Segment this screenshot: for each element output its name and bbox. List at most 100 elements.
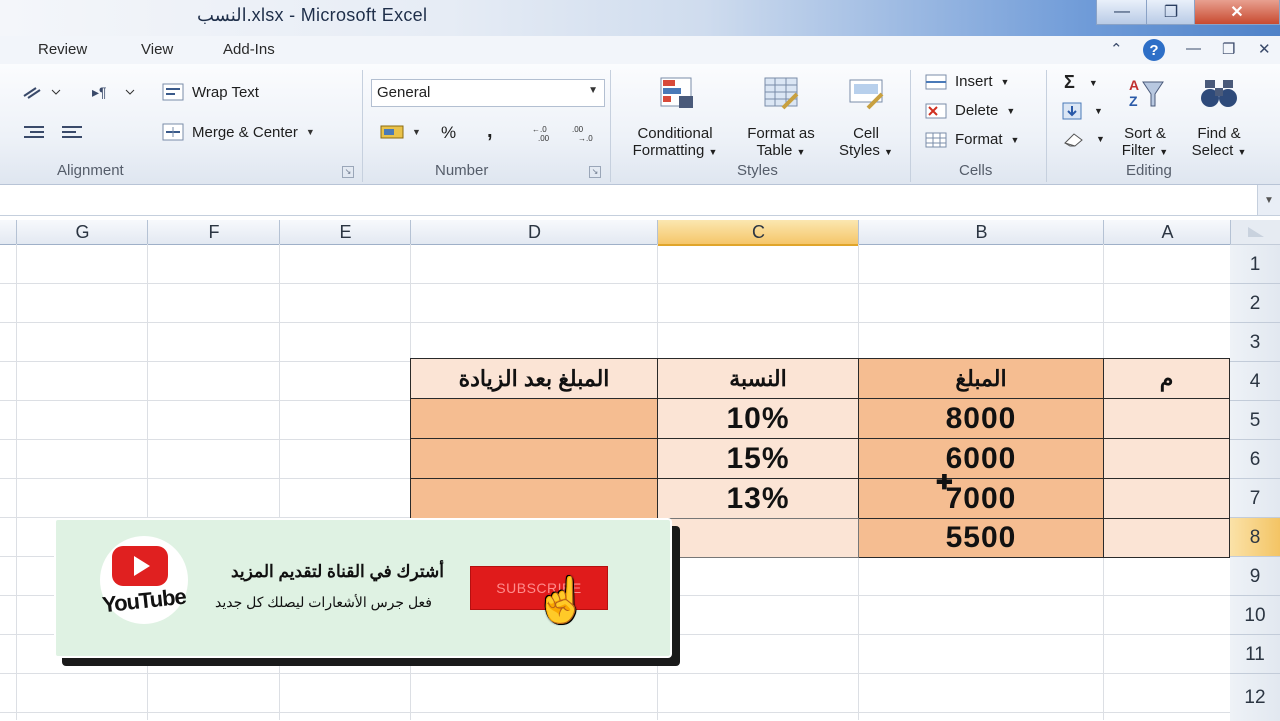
minimize-icon: — <box>1114 3 1130 20</box>
close-button[interactable]: ✕ <box>1194 0 1280 25</box>
workbook-close-icon[interactable]: ✕ <box>1258 40 1271 58</box>
column-header-g[interactable]: G <box>16 220 148 244</box>
text-direction-button[interactable]: ▸¶ <box>92 84 138 105</box>
wrap-text-button[interactable]: Wrap Text <box>162 83 259 101</box>
column-header-e[interactable]: E <box>279 220 411 244</box>
find-select-label-2: Select ▼ <box>1191 142 1247 159</box>
find-select-button[interactable]: Find & Select ▼ <box>1186 74 1252 159</box>
row-header-1[interactable]: 1 <box>1230 244 1280 284</box>
column-header-b[interactable]: B <box>858 220 1104 244</box>
conditional-formatting-button[interactable]: Conditional Formatting ▼ <box>620 74 730 159</box>
row-header-9[interactable]: 9 <box>1230 556 1280 596</box>
row-header-3[interactable]: 3 <box>1230 322 1280 362</box>
format-as-table-button[interactable]: Format as Table ▼ <box>735 74 827 159</box>
cell-c5[interactable]: 10% <box>657 398 859 439</box>
ratio-value: 13% <box>726 481 790 515</box>
row-header-6[interactable]: 6 <box>1230 439 1280 479</box>
svg-text:.00: .00 <box>572 125 584 134</box>
sort-filter-button[interactable]: AZ Sort & Filter ▼ <box>1114 74 1176 159</box>
cell-a7[interactable] <box>1103 478 1230 519</box>
increase-indent-button[interactable] <box>60 124 86 145</box>
restore-button[interactable]: ❐ <box>1146 0 1196 25</box>
cell-b5[interactable]: 8000 <box>858 398 1104 439</box>
column-header-c[interactable]: C <box>657 220 859 246</box>
comma-style-button[interactable]: , <box>487 120 493 143</box>
ratio-value: 15% <box>726 441 790 475</box>
tab-add-ins[interactable]: Add-Ins <box>223 41 275 58</box>
merge-center-button[interactable]: Merge & Center ▼ <box>162 123 315 141</box>
amount-value: 5500 <box>945 521 1017 554</box>
row-header-5[interactable]: 5 <box>1230 400 1280 440</box>
format-label: Format <box>955 131 1003 148</box>
column-header-d[interactable]: D <box>410 220 658 244</box>
delete-cells-button[interactable]: Delete ▼ <box>925 102 1015 119</box>
decrease-decimal-icon: .00→.0 <box>572 125 593 143</box>
group-divider <box>910 70 911 182</box>
pointing-hand-icon: ☝ <box>534 576 589 625</box>
styles-group-label: Styles <box>737 162 778 179</box>
chevron-down-icon: ▼ <box>1094 106 1103 116</box>
expand-formula-bar-icon[interactable]: ▼ <box>1257 185 1280 215</box>
cell-c8[interactable] <box>657 518 859 558</box>
tab-review[interactable]: Review <box>38 41 87 58</box>
cell-b7[interactable]: 7000 <box>858 478 1104 519</box>
insert-cells-button[interactable]: Insert ▼ <box>925 73 1009 90</box>
window-title: النسب.xlsx - Microsoft Excel <box>197 5 428 25</box>
cell-a6[interactable] <box>1103 438 1230 479</box>
svg-text:▸¶: ▸¶ <box>92 84 107 100</box>
alignment-launcher-icon[interactable]: ↘ <box>342 166 354 178</box>
decrease-indent-button[interactable] <box>22 124 48 145</box>
merge-center-icon <box>162 123 184 141</box>
minimize-button[interactable]: — <box>1096 0 1148 25</box>
cell-d4[interactable]: المبلغ بعد الزيادة <box>410 358 658 399</box>
column-header-a[interactable]: A <box>1103 220 1231 244</box>
cell-c4[interactable]: النسبة <box>657 358 859 399</box>
help-icon[interactable]: ? <box>1143 39 1165 61</box>
eraser-icon <box>1064 133 1083 147</box>
group-divider <box>610 70 611 182</box>
fill-button[interactable]: ▼ <box>1062 102 1103 120</box>
workbook-minimize-icon[interactable]: — <box>1186 40 1201 57</box>
row-header-2[interactable]: 2 <box>1230 283 1280 323</box>
cell-c6[interactable]: 15% <box>657 438 859 479</box>
cell-b8[interactable]: 5500 <box>858 518 1104 558</box>
number-launcher-icon[interactable]: ↘ <box>589 166 601 178</box>
row-header-12[interactable]: 12 <box>1230 673 1280 721</box>
cell-styles-button[interactable]: Cell Styles ▼ <box>830 74 902 159</box>
accounting-format-button[interactable]: ▼ <box>380 122 421 142</box>
cell-a8[interactable] <box>1103 518 1230 558</box>
row-header-8[interactable]: 8 <box>1230 517 1280 557</box>
cell-b4[interactable]: المبلغ <box>858 358 1104 399</box>
chevron-down-icon: ▼ <box>412 127 421 137</box>
format-as-table-label-1: Format as <box>747 125 815 142</box>
row-header-10[interactable]: 10 <box>1230 595 1280 635</box>
increase-decimal-button[interactable]: ←.0.00 <box>532 124 558 147</box>
cell-a5[interactable] <box>1103 398 1230 439</box>
cell-d7[interactable] <box>410 478 658 519</box>
chevron-down-icon: ▼ <box>1096 134 1105 144</box>
workbook-restore-icon[interactable]: ❐ <box>1222 40 1235 58</box>
clear-button[interactable]: ▼ <box>1062 131 1105 147</box>
percent-style-button[interactable]: % <box>441 123 456 143</box>
orientation-button[interactable] <box>22 84 62 105</box>
decrease-decimal-button[interactable]: .00 →.0 <box>572 124 598 147</box>
cell-b6[interactable]: 6000 <box>858 438 1104 479</box>
svg-text:.00: .00 <box>538 134 550 142</box>
row-header-11[interactable]: 11 <box>1230 634 1280 674</box>
collapse-ribbon-icon[interactable]: ⌃ <box>1110 40 1123 58</box>
cell-d5[interactable] <box>410 398 658 439</box>
format-cells-button[interactable]: Format ▼ <box>925 131 1019 148</box>
number-format-dropdown[interactable]: General ▼ <box>371 79 605 107</box>
decrease-indent-icon <box>24 126 44 138</box>
autosum-button[interactable]: Σ ▼ <box>1064 72 1098 93</box>
formula-bar[interactable]: ▼ <box>0 185 1280 216</box>
column-header-f[interactable]: F <box>147 220 280 244</box>
cell-a4[interactable]: م <box>1103 358 1230 399</box>
cell-c7[interactable]: 13% <box>657 478 859 519</box>
conditional-formatting-icon <box>660 77 693 108</box>
tab-view[interactable]: View <box>141 41 173 58</box>
row-header-7[interactable]: 7 <box>1230 478 1280 518</box>
row-header-4[interactable]: 4 <box>1230 361 1280 401</box>
select-all-corner[interactable] <box>1230 220 1280 244</box>
cell-d6[interactable] <box>410 438 658 479</box>
